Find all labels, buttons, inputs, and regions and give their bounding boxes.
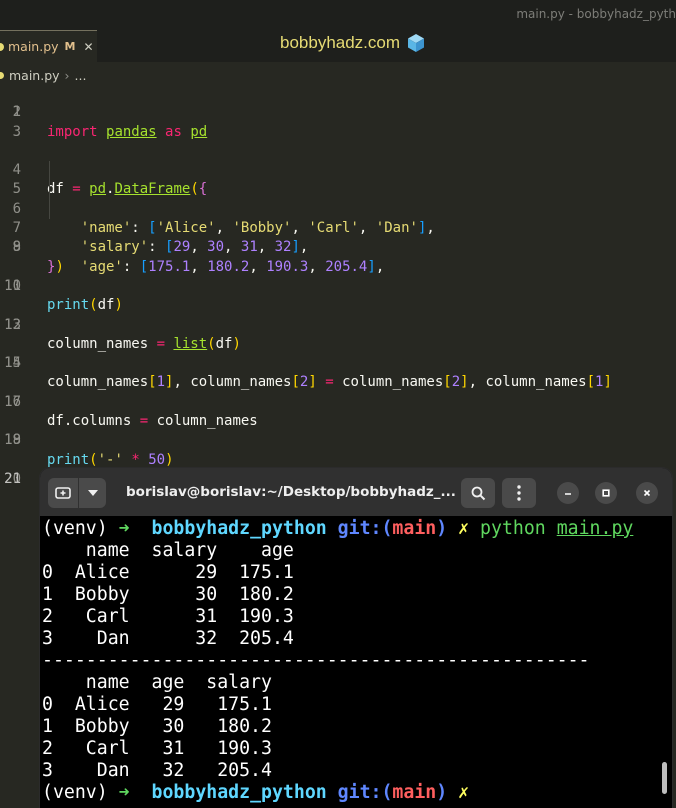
line-number: 21 bbox=[4, 470, 21, 487]
output-line: 3 Dan 32 205.4 bbox=[42, 760, 272, 781]
prompt-command: python bbox=[480, 518, 546, 539]
code-line: 12 column_names = list(df) bbox=[0, 296, 676, 352]
breadcrumb-more[interactable]: ... bbox=[75, 68, 87, 83]
maximize-icon bbox=[602, 489, 610, 497]
line-number: 3 bbox=[12, 123, 21, 140]
maximize-button[interactable] bbox=[595, 482, 617, 504]
chevron-down-icon bbox=[87, 490, 98, 496]
line-number: 9 bbox=[12, 239, 21, 256]
line-number: 13 bbox=[4, 316, 21, 333]
code-line: 6 'salary': [29, 30, 31, 32], bbox=[0, 180, 676, 255]
tab-label: main.py bbox=[8, 39, 59, 54]
code-line: 19 bbox=[0, 431, 676, 450]
prompt-branch: main bbox=[392, 518, 437, 539]
code-area[interactable]: 1 import pandas as pd 2 3 4 df = pd.Data… bbox=[0, 84, 676, 506]
output-line: 0 Alice 29 175.1 bbox=[42, 562, 294, 583]
window-title: main.py - bobbyhadz_pyth bbox=[516, 7, 676, 21]
code-line: 5 'name': ['Alice', 'Bobby', 'Carl', 'Da… bbox=[0, 161, 676, 236]
search-button[interactable] bbox=[461, 478, 495, 508]
terminal-headerbar: borislav@borislav:~/Desktop/bobbyhadz_..… bbox=[40, 468, 672, 516]
indent-guide bbox=[49, 161, 50, 181]
prompt-git-close: ) bbox=[436, 782, 448, 803]
breadcrumb: main.py › ... bbox=[0, 65, 86, 85]
prompt-arrow: ➜ bbox=[118, 782, 130, 803]
cube-icon bbox=[408, 34, 425, 52]
prompt-line: (venv) ➜ bobbyhadz_python git:(main) ✗ bbox=[42, 782, 662, 804]
code-line: 15 bbox=[0, 354, 676, 373]
line-number: 15 bbox=[4, 355, 21, 372]
code-line: 16 df.columns = column_names bbox=[0, 373, 676, 429]
output-line: name age salary bbox=[42, 672, 272, 693]
new-tab-menu-button[interactable] bbox=[79, 478, 106, 508]
prompt-dir: bobbyhadz_python bbox=[151, 518, 327, 539]
prompt-git: git:( bbox=[337, 782, 393, 803]
output-line: name salary age bbox=[42, 540, 294, 561]
code-line: 13 bbox=[0, 316, 676, 335]
code-line: 3 bbox=[0, 123, 676, 142]
python-file-icon bbox=[0, 71, 4, 79]
new-tab-icon bbox=[55, 487, 71, 499]
code-line: 1 import pandas as pd bbox=[0, 84, 676, 139]
code-line: 9 bbox=[0, 238, 676, 257]
prompt-branch: main bbox=[392, 782, 437, 803]
line-number: 11 bbox=[4, 277, 21, 294]
close-window-button[interactable] bbox=[636, 482, 658, 504]
indent-guide bbox=[49, 180, 50, 200]
kebab-menu-icon bbox=[517, 485, 521, 501]
prompt-dirty-mark: ✗ bbox=[458, 782, 470, 803]
output-line: 2 Carl 31 190.3 bbox=[42, 606, 294, 627]
modified-badge: M bbox=[64, 40, 76, 53]
close-icon[interactable]: ✕ bbox=[84, 40, 94, 54]
code-line: 2 bbox=[0, 103, 676, 122]
window-titlebar: main.py - bobbyhadz_pyth bbox=[0, 0, 676, 30]
close-icon bbox=[643, 489, 651, 497]
line-number: 17 bbox=[4, 393, 21, 410]
tab-main-py[interactable]: main.py M ✕ bbox=[0, 30, 97, 62]
output-line: 1 Bobby 30 180.2 bbox=[42, 716, 272, 737]
prompt-venv: (venv) bbox=[42, 782, 108, 803]
prompt-dir: bobbyhadz_python bbox=[151, 782, 327, 803]
output-line: 0 Alice 29 175.1 bbox=[42, 694, 272, 715]
search-icon bbox=[471, 486, 485, 500]
minimize-icon bbox=[565, 493, 571, 495]
prompt-git-close: ) bbox=[436, 518, 448, 539]
terminal-title: borislav@borislav:~/Desktop/bobbyhadz_..… bbox=[126, 484, 456, 500]
new-tab-button[interactable] bbox=[48, 478, 78, 508]
prompt-line: (venv) ➜ bobbyhadz_python git:(main) ✗ p… bbox=[42, 518, 662, 540]
output-line: 3 Dan 32 205.4 bbox=[42, 628, 294, 649]
minimize-button[interactable] bbox=[557, 482, 579, 504]
indent-guide bbox=[49, 199, 50, 220]
breadcrumb-file[interactable]: main.py bbox=[9, 68, 60, 83]
output-line: 2 Carl 31 190.3 bbox=[42, 738, 272, 759]
code-line: 14 column_names[1], column_names[2] = co… bbox=[0, 335, 676, 390]
prompt-arrow: ➜ bbox=[118, 518, 130, 539]
code-line: 8 }) bbox=[0, 219, 676, 274]
output-line: 1 Bobby 30 180.2 bbox=[42, 584, 294, 605]
line-number: 2 bbox=[12, 104, 21, 121]
code-line: 4 df = pd.DataFrame({ bbox=[0, 142, 676, 197]
terminal-window[interactable]: borislav@borislav:~/Desktop/bobbyhadz_..… bbox=[40, 468, 672, 808]
menu-button[interactable] bbox=[502, 478, 536, 508]
code-line: 11 bbox=[0, 277, 676, 296]
terminal-scrollbar[interactable] bbox=[662, 762, 667, 794]
prompt-file-arg: main.py bbox=[556, 518, 634, 539]
terminal-output[interactable]: (venv) ➜ bobbyhadz_python git:(main) ✗ p… bbox=[42, 518, 662, 804]
code-line: 10 print(df) bbox=[0, 258, 676, 313]
breadcrumb-separator: › bbox=[64, 67, 70, 83]
code-line: 18 print('-' * 50) bbox=[0, 412, 676, 467]
code-line: 17 bbox=[0, 393, 676, 412]
output-line: ----------------------------------------… bbox=[42, 650, 590, 671]
prompt-dirty-mark: ✗ bbox=[458, 518, 470, 539]
prompt-git: git:( bbox=[337, 518, 393, 539]
python-file-icon bbox=[0, 43, 4, 51]
brand-watermark: bobbyhadz.com bbox=[280, 33, 426, 53]
brand-text: bobbyhadz.com bbox=[280, 33, 401, 52]
prompt-venv: (venv) bbox=[42, 518, 108, 539]
code-line: 7 'age': [175.1, 180.2, 190.3, 205.4], bbox=[0, 199, 676, 275]
line-number: 19 bbox=[4, 432, 21, 449]
